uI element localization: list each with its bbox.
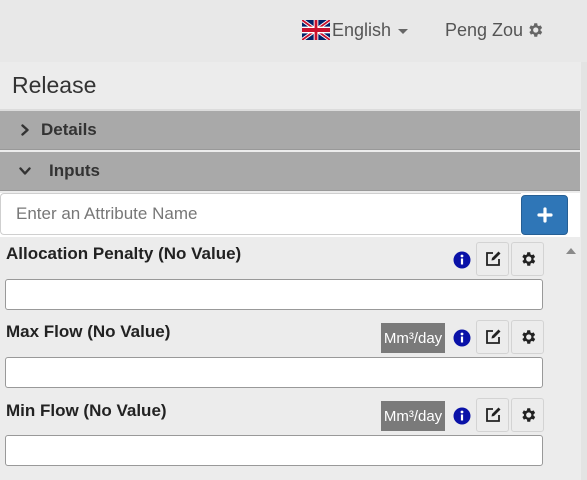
language-dropdown[interactable]: English: [302, 18, 409, 42]
attribute-name: Min Flow (No Value): [6, 401, 167, 420]
attribute-name: Allocation Penalty (No Value): [6, 244, 242, 263]
edit-icon: [485, 251, 500, 266]
attribute-search-input[interactable]: [0, 193, 521, 235]
settings-button[interactable]: [511, 320, 544, 354]
caret-down-icon: [398, 28, 409, 34]
page-scrollbar[interactable]: [581, 62, 587, 480]
edit-button[interactable]: [476, 320, 509, 354]
info-icon[interactable]: [453, 251, 471, 269]
gear-icon: [521, 252, 535, 266]
attribute-search-row: [0, 193, 580, 237]
panel-title: Release: [12, 72, 97, 98]
gear-icon: [521, 330, 535, 344]
add-attribute-button[interactable]: [521, 195, 568, 235]
settings-button[interactable]: [511, 398, 544, 432]
unit-badge: Mm³/day: [381, 401, 445, 431]
gear-icon: [521, 408, 535, 422]
language-label: English: [332, 19, 392, 40]
attribute-list-scrollbar[interactable]: [559, 237, 581, 480]
details-section-label: Details: [41, 120, 97, 139]
attribute-name: Max Flow (No Value): [6, 322, 171, 341]
settings-button[interactable]: [511, 242, 544, 276]
scroll-up-arrow-icon[interactable]: [566, 248, 576, 254]
attribute-value-input[interactable]: [5, 435, 543, 466]
edit-button[interactable]: [476, 242, 509, 276]
chevron-down-icon: [19, 167, 31, 175]
plus-icon: [536, 207, 553, 223]
info-icon[interactable]: [453, 329, 471, 347]
edit-button[interactable]: [476, 398, 509, 432]
attribute-value-input[interactable]: [5, 357, 543, 388]
unit-badge: Mm³/day: [381, 323, 445, 353]
inputs-section-label: Inputs: [49, 161, 100, 180]
inputs-section-header[interactable]: Inputs: [0, 152, 580, 191]
chevron-right-icon: [21, 124, 29, 136]
details-section-header[interactable]: Details: [0, 111, 580, 150]
user-name: Peng Zou: [445, 19, 524, 40]
gear-icon: [529, 23, 543, 37]
attribute-value-input[interactable]: [5, 279, 543, 310]
info-icon[interactable]: [453, 407, 471, 425]
uk-flag-icon: [302, 20, 330, 40]
top-navbar: English Peng Zou: [0, 0, 587, 62]
edit-icon: [485, 329, 500, 344]
edit-icon: [485, 407, 500, 422]
user-menu[interactable]: Peng Zou: [445, 18, 544, 42]
